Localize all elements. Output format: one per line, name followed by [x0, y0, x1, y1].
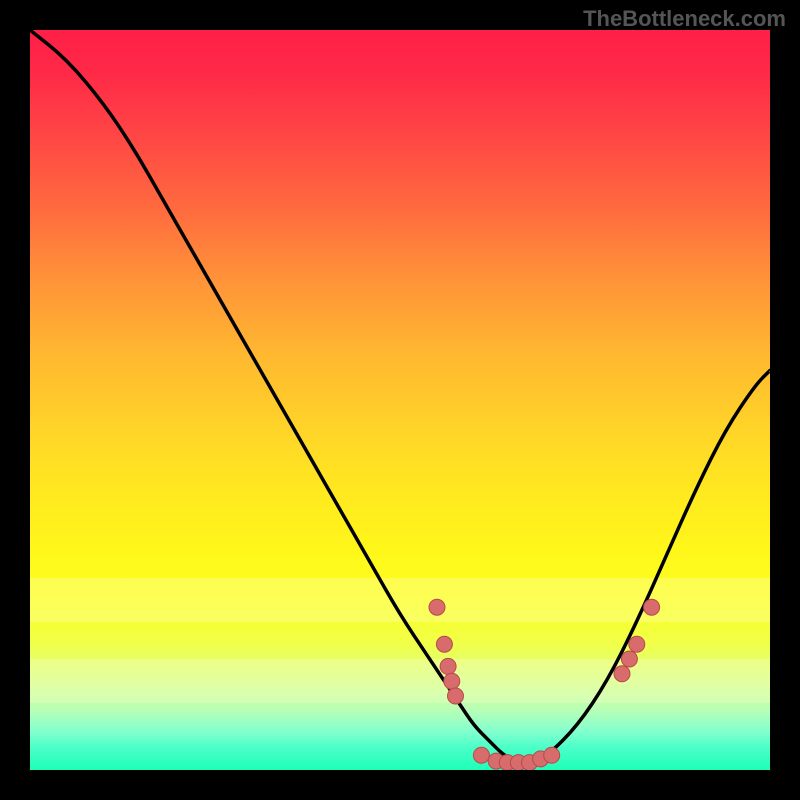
data-marker — [614, 666, 630, 682]
data-marker — [436, 636, 452, 652]
chart-plot-area — [30, 30, 770, 770]
data-marker — [629, 636, 645, 652]
data-marker — [473, 747, 489, 763]
attribution-text: TheBottleneck.com — [583, 6, 786, 32]
curve-path — [30, 30, 770, 763]
data-marker — [644, 599, 660, 615]
data-marker — [621, 651, 637, 667]
data-marker — [444, 673, 460, 689]
data-marker — [440, 658, 456, 674]
bottleneck-curve — [30, 30, 770, 770]
data-marker — [544, 747, 560, 763]
data-marker — [429, 599, 445, 615]
data-marker — [448, 688, 464, 704]
